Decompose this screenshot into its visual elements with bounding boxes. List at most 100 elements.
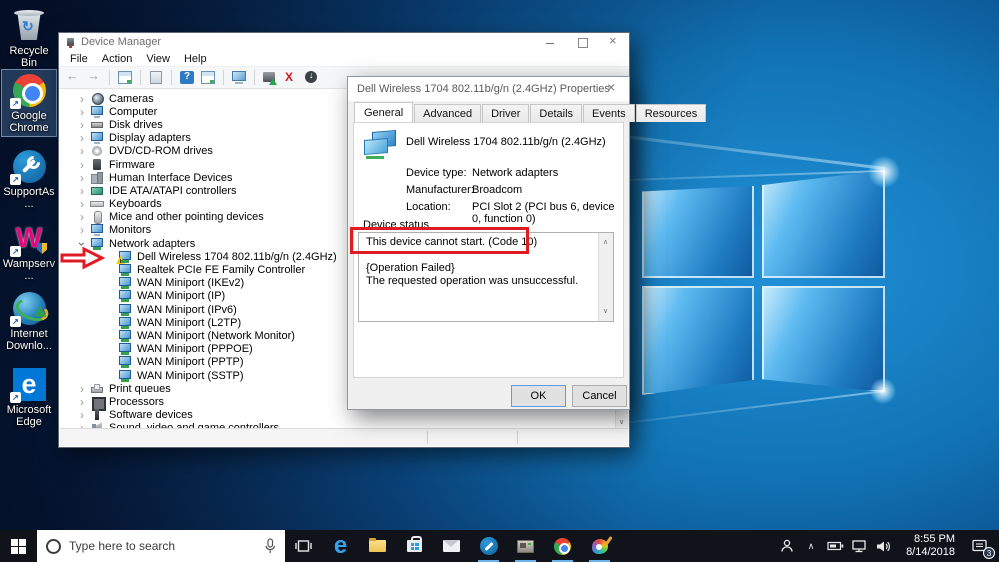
taskbar-edge-button[interactable] [322,530,359,562]
dialog-close-icon[interactable] [607,79,621,97]
taskbar-store-button[interactable] [396,530,433,562]
tree-item-label: WAN Miniport (PPPOE) [137,343,253,356]
menu-help[interactable]: Help [177,53,214,65]
action-center-button[interactable]: 3 [959,530,999,562]
menu-view[interactable]: View [139,53,177,65]
tab-details[interactable]: Details [530,104,583,122]
start-button[interactable] [0,530,37,562]
status-scrollbar[interactable] [598,233,613,321]
desktop-icon-internet-download-manager[interactable]: Internet Downlo... [2,288,56,354]
tree-item-label: Realtek PCIe FE Family Controller [137,264,306,277]
computer-icon [90,105,104,118]
minimize-button[interactable] [545,37,555,47]
show-window-icon[interactable] [200,70,216,85]
tab-advanced[interactable]: Advanced [414,104,482,122]
chevron-collapsed-icon[interactable]: › [76,145,88,157]
taskbar-search[interactable] [37,530,285,562]
back-icon[interactable] [65,68,81,85]
chevron-collapsed-icon[interactable]: › [76,185,88,197]
device-manager-titlebar[interactable]: Device Manager [59,33,629,51]
chevron-collapsed-icon[interactable]: › [76,159,88,171]
desktop: Recycle Bin Google Chrome SupportAs... W… [0,0,999,562]
uninstall-icon[interactable] [283,70,299,85]
battery-status[interactable] [823,530,847,562]
task-view-button[interactable] [285,530,322,562]
network-icon [852,539,866,552]
desktop-icon-google-chrome[interactable]: Google Chrome [1,69,57,137]
search-input[interactable] [69,539,256,553]
network-adapter-icon [118,316,132,329]
desktop-icon-label: Internet Downlo... [6,328,52,352]
chevron-collapsed-icon[interactable]: › [76,396,88,408]
tree-item-label: Display adapters [109,132,191,145]
tree-item[interactable]: › Software devices [60,409,615,422]
network-adapter-icon [118,369,132,382]
tree-item-label: IDE ATA/ATAPI controllers [109,184,237,197]
hidden-icons-button[interactable]: ∧ [799,530,823,562]
volume-status[interactable] [871,530,895,562]
help-icon[interactable] [179,70,195,85]
network-adapter-icon [118,356,132,369]
chevron-collapsed-icon[interactable]: › [76,198,88,210]
disable-icon[interactable] [304,70,320,85]
chevron-collapsed-icon[interactable]: › [76,224,88,236]
chevron-collapsed-icon[interactable]: › [76,93,88,105]
desktop-icon-wampserver[interactable]: Wampserv... [2,218,56,284]
desktop-icon-microsoft-edge[interactable]: Microsoft Edge [2,364,56,430]
tree-item-label: Dell Wireless 1704 802.11b/g/n (2.4GHz) [137,250,337,263]
network-adapter-icon [118,329,132,342]
mail-icon [443,540,460,552]
ok-button[interactable]: OK [511,385,566,407]
console-tree-icon[interactable] [117,70,133,85]
maximize-button[interactable] [577,37,588,48]
microphone-icon[interactable] [264,538,276,554]
menu-action[interactable]: Action [95,53,140,65]
taskbar-chrome-button[interactable] [544,530,581,562]
tab-driver[interactable]: Driver [482,104,530,122]
field-value: PCI Slot 2 (PCI bus 6, device 0, functio… [472,201,615,225]
network-adapter-icon [118,303,132,316]
edge-icon [10,366,47,403]
tab-general[interactable]: General [354,102,414,122]
update-driver-icon[interactable] [262,70,278,85]
taskbar-supportassist-button[interactable] [470,530,507,562]
tab-events[interactable]: Events [583,104,635,122]
people-button[interactable] [775,530,799,562]
desktop-icon-recycle-bin[interactable]: Recycle Bin [2,5,56,71]
tree-item-label: Firmware [109,158,155,171]
menu-bar: File Action View Help [59,51,629,67]
windows-start-icon [11,538,26,554]
chevron-collapsed-icon[interactable]: › [76,409,88,421]
network-status[interactable] [847,530,871,562]
store-icon [407,536,422,552]
dialog-titlebar[interactable]: Dell Wireless 1704 802.11b/g/n (2.4GHz) … [348,77,629,101]
taskbar-clock[interactable]: 8:55 PM 8/14/2018 [895,530,959,562]
wampserver-icon [10,220,47,257]
tab-resources[interactable]: Resources [635,104,707,122]
scan-hardware-icon[interactable] [231,70,247,85]
desktop-icon-label: Microsoft Edge [6,404,52,428]
shortcut-arrow-icon [10,316,21,327]
taskbar-file-explorer-button[interactable] [359,530,396,562]
shortcut-arrow-icon [10,246,21,257]
software-device-icon [90,409,104,421]
taskbar-paint-button[interactable] [581,530,618,562]
forward-icon[interactable] [86,68,102,85]
chevron-collapsed-icon[interactable]: › [76,132,88,144]
chevron-collapsed-icon[interactable]: › [76,383,88,395]
chevron-collapsed-icon[interactable]: › [76,106,88,118]
close-button[interactable] [609,33,619,48]
chevron-collapsed-icon[interactable]: › [76,172,88,184]
taskbar-device-manager-button[interactable] [507,530,544,562]
paint-icon [591,538,608,554]
cancel-button[interactable]: Cancel [572,385,627,407]
export-list-icon[interactable] [148,70,164,85]
desktop-icon-supportassist[interactable]: SupportAs... [2,146,56,212]
chevron-collapsed-icon[interactable]: › [76,211,88,223]
folder-icon [369,538,386,552]
taskbar-mail-button[interactable] [433,530,470,562]
desktop-icon-label: Recycle Bin [9,45,49,69]
chevron-collapsed-icon[interactable]: › [76,119,88,131]
menu-file[interactable]: File [63,53,95,65]
camera-icon [90,92,104,105]
